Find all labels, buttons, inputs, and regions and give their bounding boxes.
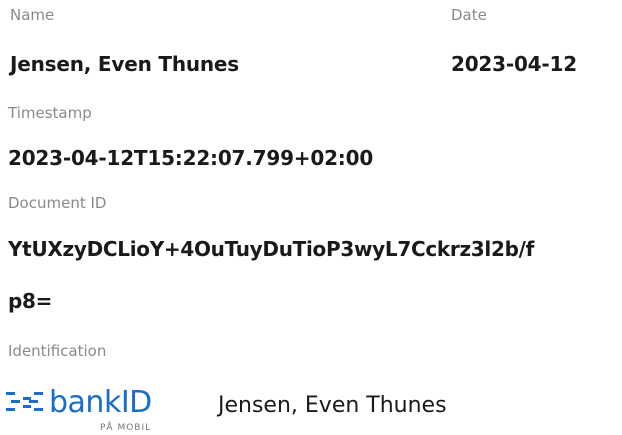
date-label: Date bbox=[451, 6, 487, 24]
bankid-logo-text: bankID bbox=[49, 386, 152, 420]
document-id-value-line2: p8= bbox=[8, 289, 53, 313]
document-id-label: Document ID bbox=[8, 194, 107, 212]
timestamp-label: Timestamp bbox=[8, 104, 92, 122]
name-value: Jensen, Even Thunes bbox=[10, 52, 240, 76]
timestamp-value: 2023-04-12T15:22:07.799+02:00 bbox=[8, 146, 374, 170]
date-value: 2023-04-12 bbox=[451, 52, 577, 76]
name-label: Name bbox=[10, 6, 55, 24]
bankid-logo-icon: bankID PÅ MOBIL bbox=[6, 386, 152, 433]
document-id-value-line1: YtUXzyDCLioY+4OuTuyDuTioP3wyL7Cckrz3l2b/… bbox=[8, 237, 534, 261]
identification-label: Identification bbox=[8, 342, 107, 360]
bankid-logo-subtext: PÅ MOBIL bbox=[100, 421, 151, 433]
identification-name: Jensen, Even Thunes bbox=[218, 393, 447, 418]
